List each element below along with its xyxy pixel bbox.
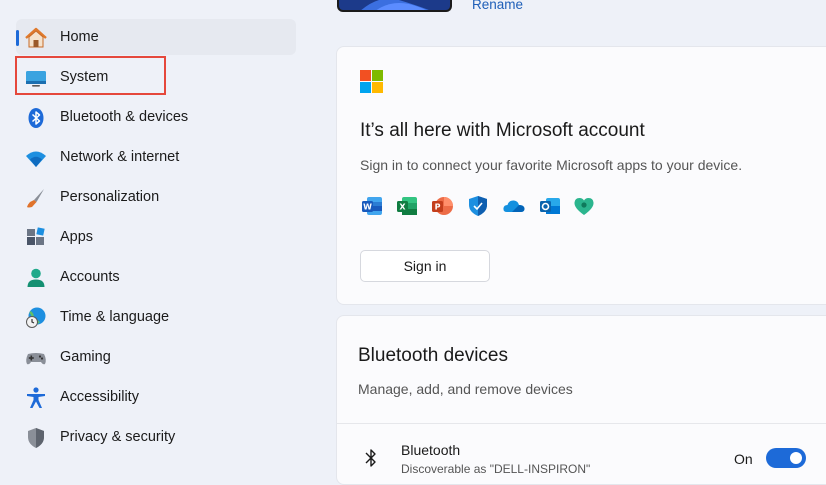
brush-icon: [27, 189, 44, 208]
rename-link[interactable]: Rename: [472, 0, 523, 12]
bluetooth-row-label: Bluetooth: [401, 442, 461, 458]
highlight-box: [15, 56, 166, 95]
wifi-icon: [26, 151, 46, 167]
sidebar-item-label: Privacy & security: [60, 429, 176, 445]
sidebar-nav: Home System Bluetooth & devices Network …: [0, 0, 310, 465]
sidebar-item-accessibility[interactable]: Accessibility: [16, 379, 296, 415]
bluetooth-toggle[interactable]: [766, 448, 806, 468]
onedrive-icon: [503, 200, 525, 212]
family-icon: [574, 198, 594, 215]
microsoft-logo-icon: [360, 70, 383, 93]
sidebar-item-personalization[interactable]: Personalization: [16, 179, 296, 215]
globe-clock-icon: [26, 307, 46, 328]
sidebar-item-network[interactable]: Network & internet: [16, 139, 296, 175]
sidebar-item-accounts[interactable]: Accounts: [16, 259, 296, 295]
home-icon: [25, 27, 47, 48]
sidebar-item-label: Home: [60, 29, 99, 45]
bluetooth-devices-card: Bluetooth devices Manage, add, and remov…: [336, 315, 826, 485]
sidebar-item-label: Time & language: [60, 309, 170, 325]
sidebar-item-label: Accessibility: [60, 389, 139, 405]
apps-icon: [27, 227, 45, 245]
sidebar-item-apps[interactable]: Apps: [16, 219, 296, 255]
toggle-knob: [790, 452, 802, 464]
sidebar-item-label: Bluetooth & devices: [60, 109, 189, 125]
bluetooth-icon: [365, 449, 376, 467]
card-subtitle: Sign in to connect your favorite Microso…: [360, 157, 743, 173]
sidebar-item-label: Accounts: [60, 269, 120, 285]
selection-indicator: [16, 30, 19, 46]
bluetooth-row-description: Discoverable as "DELL-INSPIRON": [401, 462, 591, 476]
microsoft-account-card: It’s all here with Microsoft account Sig…: [336, 46, 826, 305]
sidebar-item-label: Apps: [60, 229, 94, 245]
defender-icon: [469, 196, 487, 216]
person-icon: [27, 268, 45, 287]
card-title: It’s all here with Microsoft account: [360, 120, 645, 141]
word-icon: W: [362, 197, 382, 215]
bluetooth-icon: [28, 108, 44, 128]
card-title: Bluetooth devices: [358, 345, 508, 366]
sign-in-button[interactable]: Sign in: [360, 250, 490, 282]
sidebar-item-bluetooth-devices[interactable]: Bluetooth & devices: [16, 99, 296, 135]
accessibility-icon: [27, 387, 45, 408]
sidebar-item-time-language[interactable]: Time & language: [16, 299, 296, 335]
shield-icon: [28, 428, 44, 448]
sidebar-item-home[interactable]: Home: [16, 19, 296, 55]
device-wallpaper-thumbnail: [337, 0, 452, 12]
divider: [337, 423, 826, 424]
card-subtitle: Manage, add, and remove devices: [358, 381, 573, 397]
sidebar-item-label: Gaming: [60, 349, 111, 365]
svg-text:W: W: [363, 203, 372, 212]
sidebar-item-gaming[interactable]: Gaming: [16, 339, 296, 375]
powerpoint-icon: P: [432, 197, 453, 215]
sidebar-item-privacy-security[interactable]: Privacy & security: [16, 419, 296, 455]
svg-text:X: X: [399, 203, 406, 212]
sidebar-item-label: Network & internet: [60, 149, 180, 165]
excel-icon: X: [397, 197, 417, 215]
svg-text:P: P: [435, 203, 441, 212]
sidebar-item-label: Personalization: [60, 189, 160, 205]
gamepad-icon: [26, 353, 46, 365]
outlook-icon: [540, 198, 560, 214]
